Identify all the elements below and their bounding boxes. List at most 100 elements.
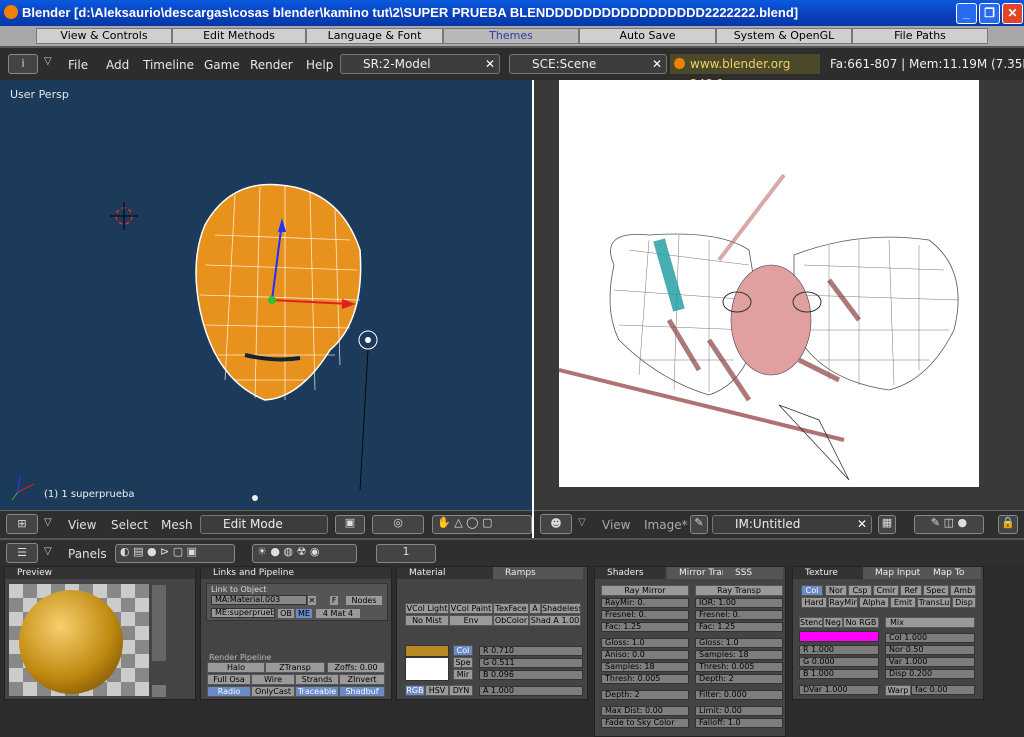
map-input-tab[interactable]: Map Input bbox=[863, 567, 923, 579]
close-button[interactable]: ✕ bbox=[1002, 3, 1023, 24]
transp-param-slider[interactable]: Samples: 18 bbox=[695, 650, 783, 660]
menu-select[interactable]: Select bbox=[111, 518, 148, 532]
map-hard-button[interactable]: Hard bbox=[801, 597, 827, 608]
ob-button[interactable]: OB bbox=[277, 608, 295, 619]
mirror-param-slider[interactable]: Fac: 1.25 bbox=[601, 622, 689, 632]
strands-button[interactable]: Strands bbox=[295, 674, 339, 685]
transp-param-slider[interactable]: Depth: 2 bbox=[695, 674, 783, 684]
menu-help[interactable]: Help bbox=[306, 58, 333, 72]
menu-game[interactable]: Game bbox=[204, 58, 240, 72]
lock-icon[interactable]: 🔒 bbox=[998, 515, 1018, 534]
transp-param-slider[interactable]: Filter: 0.000 bbox=[695, 690, 783, 700]
3d-viewport[interactable]: User Persp (1) 1 superprueba bbox=[0, 80, 532, 510]
map-to-tab[interactable]: Map To bbox=[921, 567, 981, 579]
unlink-material-icon[interactable]: ✕ bbox=[307, 595, 317, 606]
dvar-slider[interactable]: DVar 1.000 bbox=[799, 685, 879, 695]
nor-factor-slider[interactable]: Nor 0.50 bbox=[885, 645, 975, 655]
mirror-param-slider[interactable]: Samples: 18 bbox=[601, 662, 689, 672]
map-nor-button[interactable]: Nor bbox=[825, 585, 847, 596]
radio-button[interactable]: Radio bbox=[207, 686, 251, 697]
blend-mode-select[interactable]: Mix bbox=[885, 617, 975, 628]
sss-tab[interactable]: SSS bbox=[723, 567, 783, 579]
green-slider[interactable]: G 0.511 bbox=[479, 658, 583, 668]
pin-icon[interactable]: ✎ bbox=[690, 515, 708, 534]
map-cmir-button[interactable]: Cmir bbox=[873, 585, 899, 596]
shadeless-button[interactable]: Shadeless bbox=[541, 603, 581, 614]
ray-transp-button[interactable]: Ray Transp bbox=[695, 585, 783, 596]
shading-context-buttons[interactable]: ☀ ● ◍ ☢ ◉ bbox=[252, 544, 357, 563]
tab-edit-methods[interactable]: Edit Methods bbox=[172, 28, 306, 44]
mirror-param-slider[interactable]: Aniso: 0.0 bbox=[601, 650, 689, 660]
ray-mirror-button[interactable]: Ray Mirror bbox=[601, 585, 689, 596]
map-disp-button[interactable]: Disp bbox=[952, 597, 976, 608]
website-link[interactable]: www.blender.org 248.1 bbox=[670, 54, 820, 91]
map-ref-button[interactable]: Ref bbox=[900, 585, 922, 596]
texture-tab[interactable]: Texture bbox=[793, 567, 863, 579]
diffuse-color-swatch[interactable] bbox=[405, 645, 449, 657]
menu-image[interactable]: Image* bbox=[644, 518, 688, 532]
ramps-tab[interactable]: Ramps bbox=[493, 567, 583, 579]
mirror-param-slider[interactable]: RayMir: 0. bbox=[601, 598, 689, 608]
mirror-transp-tab[interactable]: Mirror Transp bbox=[667, 567, 738, 579]
map-col-button[interactable]: Col bbox=[801, 585, 823, 596]
a-button[interactable]: A bbox=[529, 603, 541, 614]
shadbuf-button[interactable]: Shadbuf bbox=[339, 686, 385, 697]
texture-green-slider[interactable]: G 0.000 bbox=[799, 657, 879, 667]
red-slider[interactable]: R 0.710 bbox=[479, 646, 583, 656]
pivot-icon[interactable]: ◎ bbox=[372, 515, 424, 534]
mirror-param-slider[interactable]: Fade to Sky Color bbox=[601, 718, 689, 728]
dyn-button[interactable]: DYN bbox=[449, 685, 473, 696]
map-emit-button[interactable]: Emit bbox=[890, 597, 916, 608]
shaders-tab[interactable]: Shaders bbox=[595, 567, 665, 579]
transp-param-slider[interactable]: Falloff: 1.0 bbox=[695, 718, 783, 728]
tab-themes[interactable]: Themes bbox=[443, 28, 579, 44]
map-raymir-button[interactable]: RayMir bbox=[828, 597, 858, 608]
image-editor-type-icon[interactable]: ☻ bbox=[540, 514, 572, 534]
nodes-button[interactable]: Nodes bbox=[345, 595, 383, 606]
tab-file-paths[interactable]: File Paths bbox=[852, 28, 988, 44]
full-osa-button[interactable]: Full Osa bbox=[207, 674, 251, 685]
menu-add[interactable]: Add bbox=[106, 58, 129, 72]
warp-fac-slider[interactable]: fac 0.00 bbox=[911, 685, 975, 695]
vcol-paint-button[interactable]: VCol Paint bbox=[449, 603, 493, 614]
delete-scene-icon[interactable]: ✕ bbox=[652, 55, 662, 73]
alpha-slider[interactable]: A 1.000 bbox=[479, 686, 583, 696]
texture-red-slider[interactable]: R 1.000 bbox=[799, 645, 879, 655]
uv-image-canvas[interactable] bbox=[558, 80, 979, 487]
warp-button[interactable]: Warp bbox=[885, 685, 911, 696]
mirror-param-slider[interactable]: Fresnel: 0. bbox=[601, 610, 689, 620]
transp-param-slider[interactable]: Fresnel: 0. bbox=[695, 610, 783, 620]
map-csp-button[interactable]: Csp bbox=[848, 585, 872, 596]
menu-view[interactable]: View bbox=[602, 518, 630, 532]
no-mist-button[interactable]: No Mist bbox=[405, 615, 449, 626]
delete-screen-icon[interactable]: ✕ bbox=[485, 55, 495, 73]
blue-slider[interactable]: B 0.096 bbox=[479, 670, 583, 680]
ztransp-button[interactable]: ZTransp bbox=[265, 662, 325, 673]
obcolor-button[interactable]: ObColor bbox=[493, 615, 529, 626]
vcol-light-button[interactable]: VCol Light bbox=[405, 603, 449, 614]
mode-selector[interactable]: Edit Mode bbox=[200, 515, 328, 534]
transp-param-slider[interactable]: Limit: 0.00 bbox=[695, 706, 783, 716]
rgb-button[interactable]: RGB bbox=[405, 685, 425, 696]
menu-file[interactable]: File bbox=[68, 58, 88, 72]
minimize-button[interactable]: _ bbox=[956, 3, 977, 24]
material-name-field[interactable]: MA:Material.003 bbox=[211, 595, 307, 605]
fake-user-button[interactable]: F bbox=[329, 595, 339, 606]
neg-button[interactable]: Neg bbox=[823, 617, 843, 628]
spec-mir-color-swatch[interactable] bbox=[405, 657, 449, 681]
tab-system-opengl[interactable]: System & OpenGL bbox=[716, 28, 852, 44]
env-button[interactable]: Env bbox=[449, 615, 493, 626]
tab-auto-save[interactable]: Auto Save bbox=[579, 28, 716, 44]
map-spec-button[interactable]: Spec bbox=[923, 585, 949, 596]
onlycast-button[interactable]: OnlyCast bbox=[251, 686, 295, 697]
scene-selector[interactable]: SCE:Scene ✕ bbox=[509, 54, 667, 74]
zoffs-field[interactable]: Zoffs: 0.00 bbox=[327, 662, 385, 673]
context-buttons[interactable]: ◐ ▤ ● ⊳ ▢ ▣ bbox=[115, 544, 235, 563]
manipulator-buttons[interactable]: ✋ △ ◯ ▢ bbox=[432, 515, 532, 534]
texture-color-swatch[interactable] bbox=[799, 631, 879, 642]
transp-param-slider[interactable]: IOR: 1.00 bbox=[695, 598, 783, 608]
preview-refresh-icon[interactable] bbox=[152, 685, 166, 697]
collapse-menu-icon[interactable]: ▽ bbox=[44, 546, 52, 557]
menu-render[interactable]: Render bbox=[250, 58, 293, 72]
texface-button[interactable]: TexFace bbox=[493, 603, 529, 614]
